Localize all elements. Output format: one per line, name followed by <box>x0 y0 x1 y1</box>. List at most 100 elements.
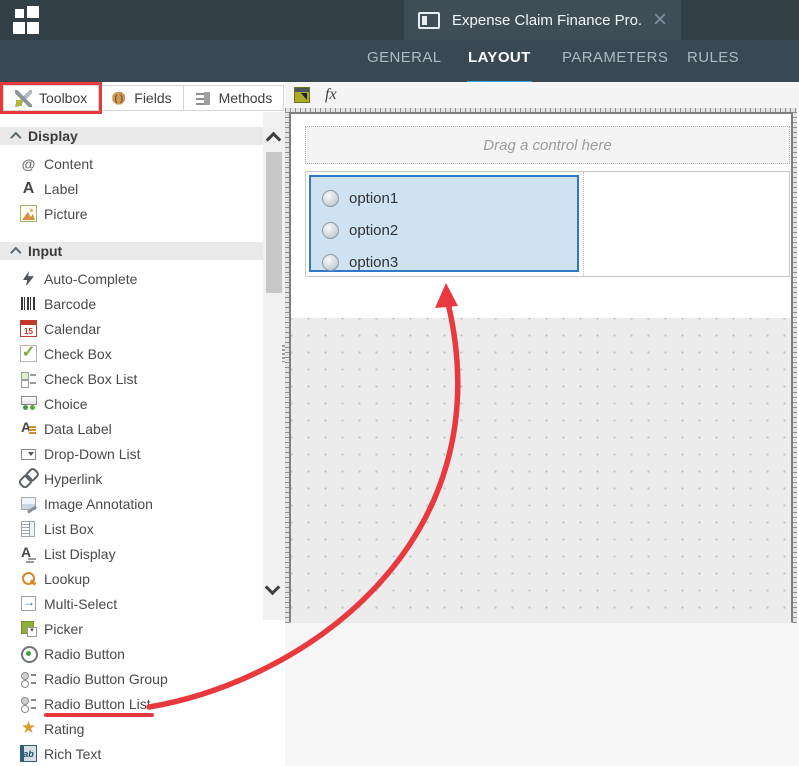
layout-table[interactable]: option1 option2 option3 <box>305 171 790 277</box>
radio-option-row[interactable]: option2 <box>322 214 577 246</box>
toolbox-item-label: Check Box <box>44 345 112 362</box>
toolbox-tab-bar: Toolbox Fields Methods <box>0 82 285 114</box>
fields-icon <box>110 90 127 107</box>
toolbox-item-lookup[interactable]: Lookup <box>0 566 263 591</box>
toolbox-item-label: Picture <box>44 205 88 222</box>
toolbox-item-check-box[interactable]: Check Box <box>0 341 263 366</box>
toolbox-item-list-display[interactable]: List Display <box>0 541 263 566</box>
toolbox-item-choice[interactable]: Choice <box>0 391 263 416</box>
toolbox-item-label: Rating <box>44 720 85 737</box>
toolbox-item-check-box-list[interactable]: Check Box List <box>0 366 263 391</box>
picker-icon <box>20 620 37 637</box>
toolbox-item-radio-button-group[interactable]: Radio Button Group <box>0 666 263 691</box>
form-design-surface[interactable]: Drag a control here option1 option2 option… <box>291 114 791 318</box>
section-items: Content Label Picture <box>0 151 263 226</box>
section-header-input[interactable]: Input <box>0 242 263 260</box>
panel-tab-methods[interactable]: Methods <box>183 85 285 111</box>
toolbox-item-list-box[interactable]: List Box <box>0 516 263 541</box>
drop-zone[interactable]: Drag a control here <box>305 126 790 164</box>
canvas-toolbar: fx <box>285 82 799 108</box>
panel-tab-label: Toolbox <box>39 90 88 106</box>
k2-logo-icon[interactable] <box>13 6 41 34</box>
radio-option-row[interactable]: option1 <box>322 182 577 214</box>
toolbox-item-label: List Box <box>44 520 94 537</box>
calendar-icon <box>20 320 37 337</box>
toolbox-item-rating[interactable]: Rating <box>0 716 263 741</box>
hyperlink-icon <box>16 466 40 490</box>
toolbox-item-picker[interactable]: Picker <box>0 616 263 641</box>
toolbox-item-label: Radio Button Group <box>44 670 168 687</box>
toolbox-item-label: Radio Button List <box>44 695 154 717</box>
radio-option-label: option1 <box>349 189 399 207</box>
radio-icon <box>322 221 339 239</box>
nav-tabs: GENERAL LAYOUT PARAMETERS RULES <box>0 40 799 85</box>
toolbox-item-rich-text[interactable]: Rich Text <box>0 741 263 766</box>
toolbox-list: Display Content Label Picture Input Auto-Comp… <box>0 110 263 766</box>
scrollbar-thumb[interactable] <box>266 152 282 293</box>
expression-fx-icon[interactable]: fx <box>325 86 337 104</box>
picture-icon <box>20 205 37 222</box>
section-title: Display <box>28 128 78 144</box>
check-box-list-icon <box>20 370 37 387</box>
canvas-panel: fx Drag a control here option1 option2 opt… <box>285 82 799 766</box>
methods-icon <box>195 90 212 107</box>
tab-layout[interactable]: LAYOUT <box>467 40 532 85</box>
toolbox-item-content[interactable]: Content <box>0 151 263 176</box>
toolbox-item-radio-button-list[interactable]: Radio Button List <box>0 691 263 717</box>
list-box-icon <box>20 520 37 537</box>
canvas-bottom-area <box>285 623 799 766</box>
radio-option-label: option3 <box>349 253 399 271</box>
scroll-up-icon[interactable] <box>265 131 282 148</box>
barcode-icon <box>20 295 37 312</box>
rich-text-icon <box>20 745 37 762</box>
content-icon <box>20 155 37 172</box>
document-title: Expense Claim Finance Pro... <box>452 11 641 29</box>
toolbox-item-data-label[interactable]: Data Label <box>0 416 263 441</box>
toolbox-item-auto-complete[interactable]: Auto-Complete <box>0 266 263 291</box>
panel-tab-fields[interactable]: Fields <box>99 85 184 111</box>
panel-tab-toolbox[interactable]: Toolbox <box>0 82 103 114</box>
toolbox-item-hyperlink[interactable]: Hyperlink <box>0 466 263 491</box>
radio-option-label: option2 <box>349 221 399 239</box>
toolbox-item-picture[interactable]: Picture <box>0 201 263 226</box>
toolbox-item-label: Image Annotation <box>44 495 153 512</box>
radio-button-list-icon <box>20 695 37 712</box>
scroll-down-icon[interactable] <box>264 579 281 596</box>
toolbox-item-label[interactable]: Label <box>0 176 263 201</box>
toolbox-item-drop-down-list[interactable]: Drop-Down List <box>0 441 263 466</box>
label-icon <box>20 180 37 197</box>
radio-button-list-control[interactable]: option1 option2 option3 <box>309 175 579 272</box>
rule-designer-icon[interactable] <box>294 87 310 103</box>
document-tab[interactable]: Expense Claim Finance Pro... × <box>404 0 681 40</box>
tab-rules[interactable]: RULES <box>687 40 739 76</box>
toolbox-item-barcode[interactable]: Barcode <box>0 291 263 316</box>
collapse-chevron-icon <box>10 131 22 144</box>
panel-tab-label: Fields <box>134 90 172 106</box>
radio-icon <box>322 189 339 207</box>
section-header-display[interactable]: Display <box>0 127 263 145</box>
canvas-content: Drag a control here option1 option2 option… <box>291 114 791 623</box>
multi-select-icon <box>20 595 37 612</box>
toolbox-item-multi-select[interactable]: Multi-Select <box>0 591 263 616</box>
toolbox-item-label: Label <box>44 180 79 197</box>
toolbox-item-label: Check Box List <box>44 370 138 387</box>
toolbox-item-image-annotation[interactable]: Image Annotation <box>0 491 263 516</box>
table-cell-left[interactable]: option1 option2 option3 <box>306 172 583 276</box>
section-items: Auto-Complete Barcode Calendar Check Box Che… <box>0 266 263 766</box>
lookup-icon <box>20 570 37 587</box>
tab-parameters[interactable]: PARAMETERS <box>562 40 668 76</box>
left-panel: Toolbox Fields Methods Display Content Label… <box>0 82 285 766</box>
toolbox-scrollbar[interactable] <box>263 112 285 620</box>
toolbox-item-label: List Display <box>44 545 116 562</box>
toolbox-item-calendar[interactable]: Calendar <box>0 316 263 341</box>
table-cell-right[interactable] <box>584 172 789 276</box>
toolbox-item-label: Data Label <box>44 420 112 437</box>
data-label-icon <box>20 419 37 437</box>
radio-option-row[interactable]: option3 <box>322 246 577 278</box>
auto-complete-icon <box>20 270 37 287</box>
tab-general[interactable]: GENERAL <box>367 40 442 76</box>
check-box-icon <box>20 345 37 362</box>
close-icon[interactable]: × <box>653 8 667 32</box>
form-designer-window: Expense Claim Finance Pro... × GENERAL LA… <box>0 0 799 766</box>
toolbox-item-radio-button[interactable]: Radio Button <box>0 641 263 666</box>
